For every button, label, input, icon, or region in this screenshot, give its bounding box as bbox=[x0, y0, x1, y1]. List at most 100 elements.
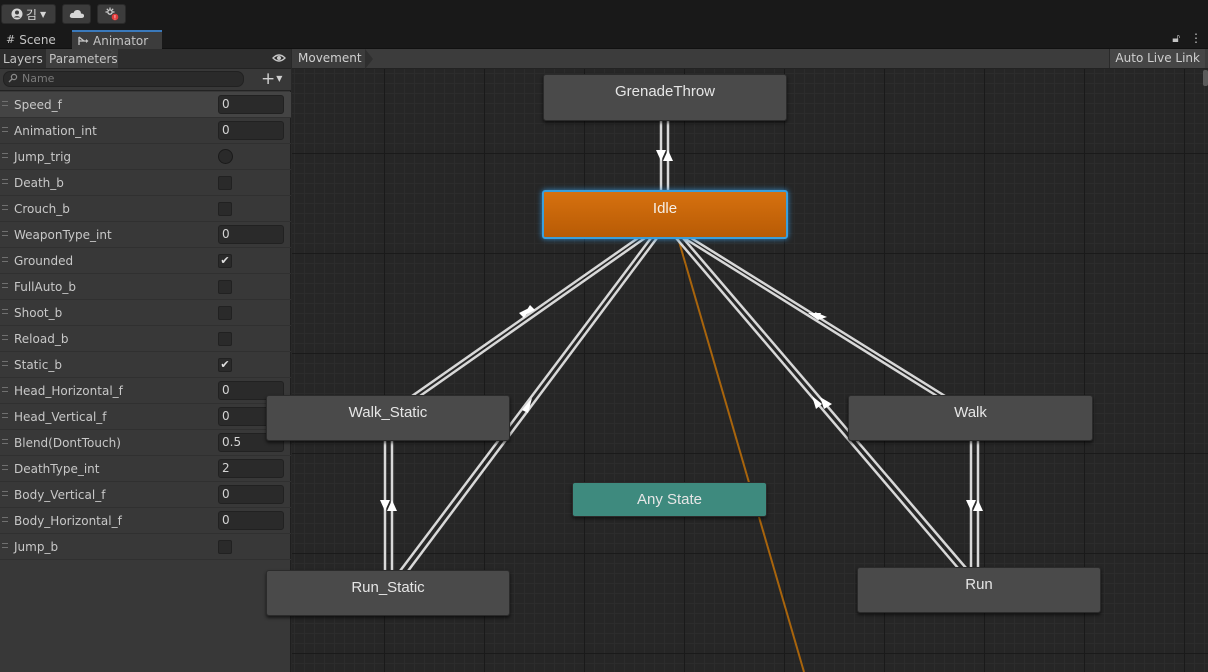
parameter-checkbox[interactable] bbox=[218, 540, 232, 554]
parameter-name[interactable]: Animation_int bbox=[14, 124, 97, 138]
collab-button[interactable]: ! bbox=[97, 4, 126, 24]
transition-idle-walkstatic[interactable] bbox=[411, 236, 639, 398]
auto-live-link-button[interactable]: Auto Live Link bbox=[1109, 49, 1205, 68]
parameter-checkbox[interactable] bbox=[218, 202, 232, 216]
transition-walkstatic-idle[interactable] bbox=[419, 236, 646, 398]
drag-handle-icon[interactable] bbox=[2, 465, 8, 470]
drag-handle-icon[interactable] bbox=[2, 127, 8, 132]
parameter-row[interactable]: DeathType_int 2 bbox=[0, 456, 291, 482]
parameter-name[interactable]: WeaponType_int bbox=[14, 228, 112, 242]
search-input[interactable]: Name bbox=[3, 71, 244, 87]
state-walk[interactable]: Walk bbox=[848, 395, 1093, 441]
any-state-transition[interactable] bbox=[677, 237, 805, 672]
parameter-row[interactable]: Crouch_b bbox=[0, 196, 291, 222]
parameter-name[interactable]: Reload_b bbox=[14, 332, 68, 346]
drag-handle-icon[interactable] bbox=[2, 413, 8, 418]
drag-handle-icon[interactable] bbox=[2, 179, 8, 184]
parameter-row[interactable]: Body_Vertical_f 0 bbox=[0, 482, 291, 508]
parameter-value-field[interactable]: 0 bbox=[218, 121, 284, 140]
svg-text:!: ! bbox=[113, 14, 115, 21]
parameter-value-field[interactable]: 0 bbox=[218, 95, 284, 114]
drag-handle-icon[interactable] bbox=[2, 517, 8, 522]
parameter-name[interactable]: Crouch_b bbox=[14, 202, 70, 216]
parameter-checkbox[interactable] bbox=[218, 306, 232, 320]
parameter-row[interactable]: Head_Vertical_f 0 bbox=[0, 404, 291, 430]
drag-handle-icon[interactable] bbox=[2, 309, 8, 314]
parameter-name[interactable]: Speed_f bbox=[14, 98, 62, 112]
account-button[interactable]: 김 ▼ bbox=[1, 4, 56, 24]
parameter-checkbox[interactable] bbox=[218, 332, 232, 346]
parameter-row[interactable]: Static_b ✔ bbox=[0, 352, 291, 378]
parameter-value-field[interactable]: 2 bbox=[218, 459, 284, 478]
parameter-name[interactable]: FullAuto_b bbox=[14, 280, 76, 294]
parameter-row[interactable]: Grounded ✔ bbox=[0, 248, 291, 274]
tab-animator[interactable]: Animator bbox=[72, 30, 162, 49]
parameter-name[interactable]: Body_Vertical_f bbox=[14, 488, 105, 502]
parameter-checkbox[interactable] bbox=[218, 176, 232, 190]
parameter-name[interactable]: Body_Horizontal_f bbox=[14, 514, 122, 528]
parameter-name[interactable]: Static_b bbox=[14, 358, 62, 372]
drag-handle-icon[interactable] bbox=[2, 153, 8, 158]
drag-handle-icon[interactable] bbox=[2, 439, 8, 444]
parameter-value-field[interactable]: 0 bbox=[218, 485, 284, 504]
parameter-row[interactable]: Jump_b bbox=[0, 534, 291, 560]
drag-handle-icon[interactable] bbox=[2, 283, 8, 288]
parameter-row[interactable]: Body_Horizontal_f 0 bbox=[0, 508, 291, 534]
state-walk-static[interactable]: Walk_Static bbox=[266, 395, 510, 441]
parameter-row[interactable]: Animation_int 0 bbox=[0, 118, 291, 144]
tab-scene[interactable]: # Scene bbox=[0, 30, 70, 49]
parameter-name[interactable]: Jump_trig bbox=[14, 150, 71, 164]
parameter-row[interactable]: Head_Horizontal_f 0 bbox=[0, 378, 291, 404]
parameter-name[interactable]: Death_b bbox=[14, 176, 64, 190]
drag-handle-icon[interactable] bbox=[2, 231, 8, 236]
lock-icon[interactable]: 🔓︎ bbox=[1172, 31, 1180, 46]
parameter-name[interactable]: DeathType_int bbox=[14, 462, 100, 476]
drag-handle-icon[interactable] bbox=[2, 101, 8, 106]
account-label: 김 bbox=[25, 7, 37, 22]
drag-handle-icon[interactable] bbox=[2, 361, 8, 366]
more-options-icon[interactable]: ⋮ bbox=[1190, 31, 1202, 46]
chevron-down-icon: ▼ bbox=[39, 9, 47, 19]
parameter-row[interactable]: FullAuto_b bbox=[0, 274, 291, 300]
parameter-row[interactable]: WeaponType_int 0 bbox=[0, 222, 291, 248]
eye-icon[interactable] bbox=[272, 52, 286, 64]
state-run[interactable]: Run bbox=[857, 567, 1101, 613]
scrollbar[interactable] bbox=[1203, 70, 1208, 86]
cloud-button[interactable] bbox=[62, 4, 91, 24]
drag-handle-icon[interactable] bbox=[2, 205, 8, 210]
breadcrumb-separator bbox=[365, 49, 373, 69]
state-any-state[interactable]: Any State bbox=[572, 482, 767, 517]
parameter-row[interactable]: Reload_b bbox=[0, 326, 291, 352]
parameter-row[interactable]: Jump_trig bbox=[0, 144, 291, 170]
animator-icon bbox=[78, 35, 89, 45]
state-run-static[interactable]: Run_Static bbox=[266, 570, 510, 616]
parameter-name[interactable]: Grounded bbox=[14, 254, 73, 268]
parameter-row[interactable]: Death_b bbox=[0, 170, 291, 196]
transition-idle-walk[interactable] bbox=[683, 236, 938, 398]
tab-parameters[interactable]: Parameters bbox=[46, 49, 118, 68]
drag-handle-icon[interactable] bbox=[2, 257, 8, 262]
tab-layers[interactable]: Layers bbox=[0, 49, 44, 68]
parameter-name[interactable]: Blend(DontTouch) bbox=[14, 436, 121, 450]
drag-handle-icon[interactable] bbox=[2, 543, 8, 548]
parameter-row[interactable]: Shoot_b bbox=[0, 300, 291, 326]
parameter-name[interactable]: Head_Vertical_f bbox=[14, 410, 107, 424]
add-parameter-button[interactable]: + ▼ bbox=[261, 70, 287, 88]
parameter-name[interactable]: Shoot_b bbox=[14, 306, 62, 320]
parameter-value-field[interactable]: 0 bbox=[218, 225, 284, 244]
state-grenade-throw[interactable]: GrenadeThrow bbox=[543, 74, 787, 121]
parameter-name[interactable]: Jump_b bbox=[14, 540, 58, 554]
plus-icon: + bbox=[261, 69, 276, 89]
checkmark-icon: ✔ bbox=[220, 358, 230, 371]
parameter-value-field[interactable]: 0 bbox=[218, 511, 284, 530]
drag-handle-icon[interactable] bbox=[2, 335, 8, 340]
parameter-trigger-radio[interactable] bbox=[218, 149, 233, 164]
state-idle[interactable]: Idle bbox=[542, 190, 788, 239]
parameter-checkbox[interactable]: ✔ bbox=[218, 254, 232, 268]
drag-handle-icon[interactable] bbox=[2, 387, 8, 392]
parameter-row[interactable]: Blend(DontTouch) 0.5 bbox=[0, 430, 291, 456]
parameter-checkbox[interactable] bbox=[218, 280, 232, 294]
parameter-row[interactable]: Speed_f 0 bbox=[0, 92, 291, 118]
parameter-checkbox[interactable]: ✔ bbox=[218, 358, 232, 372]
drag-handle-icon[interactable] bbox=[2, 491, 8, 496]
